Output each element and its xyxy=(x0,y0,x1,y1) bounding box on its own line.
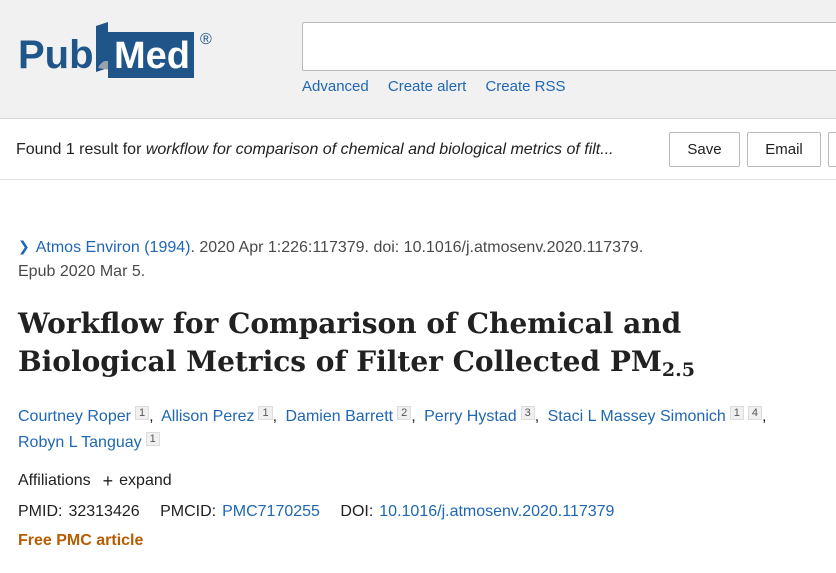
affiliation-number[interactable]: 1 xyxy=(145,432,160,446)
article-title: Workflow for Comparison of Chemical and … xyxy=(18,305,828,389)
author-separator: , xyxy=(272,408,278,425)
author-link[interactable]: Courtney Roper xyxy=(18,408,131,425)
affiliation-number[interactable]: 3 xyxy=(520,406,535,420)
pmid-label: PMID: xyxy=(18,503,63,520)
svg-text:®: ® xyxy=(200,31,212,48)
author-separator: , xyxy=(411,408,416,425)
author-list: Courtney Roper 1, Allison Perez 1, Damien … xyxy=(18,404,818,456)
affiliation-number[interactable]: 1 xyxy=(134,406,150,420)
article-title-subscript: 2.5 xyxy=(661,359,695,381)
plus-icon: + xyxy=(102,471,114,491)
create-rss-link[interactable]: Create RSS xyxy=(485,78,565,95)
expand-affiliations-button[interactable]: + expand xyxy=(103,472,172,490)
affiliation-number[interactable]: 1 xyxy=(729,406,744,420)
pubmed-logo[interactable]: Pub Med ® xyxy=(18,18,218,88)
results-bar: Found 1 result for workflow for comparis… xyxy=(0,120,836,180)
pubmed-logo-graphic: Pub Med ® xyxy=(18,22,212,78)
author-separator: , xyxy=(149,408,154,425)
pmcid-label: PMCID: xyxy=(160,503,217,520)
author-separator: , xyxy=(534,408,540,425)
pmid-value: 32313426 xyxy=(68,503,140,520)
author-link[interactable]: Allison Perez xyxy=(161,408,254,425)
identifiers: PMID: 32313426 PMCID: PMC7170255 DOI: 10.10… xyxy=(18,503,630,521)
pmcid-link[interactable]: PMC7170255 xyxy=(222,503,320,520)
free-pmc-article-label: Free PMC article xyxy=(18,532,144,549)
results-prefix: Found 1 result for xyxy=(16,141,146,158)
search-input[interactable] xyxy=(302,22,836,71)
affiliation-number[interactable]: 2 xyxy=(397,406,412,420)
expand-label: expand xyxy=(119,472,172,489)
citation-details: . 2020 Apr 1:226:117379. doi: 10.1016/j.… xyxy=(190,239,644,256)
affiliations-label: Affiliations xyxy=(18,472,91,489)
svg-text:Pub: Pub xyxy=(18,33,94,77)
citation: ❯ Atmos Environ (1994). 2020 Apr 1:226:11… xyxy=(18,235,818,284)
chevron-right-icon[interactable]: ❯ xyxy=(18,234,30,258)
author-separator: , xyxy=(762,408,767,425)
save-button[interactable]: Save xyxy=(669,132,740,167)
author-link[interactable]: Robyn L Tanguay xyxy=(18,434,142,451)
affiliations-section: Affiliations + expand xyxy=(18,472,172,490)
article-title-main: Workflow for Comparison of Chemical and … xyxy=(18,307,682,378)
create-alert-link[interactable]: Create alert xyxy=(388,78,466,95)
epub-date: Epub 2020 Mar 5. xyxy=(18,263,146,280)
author-link[interactable]: Perry Hystad xyxy=(424,408,516,425)
doi-link[interactable]: 10.1016/j.atmosenv.2020.117379 xyxy=(379,503,614,520)
affiliation-number[interactable]: 1 xyxy=(258,406,273,420)
affiliation-number[interactable]: 4 xyxy=(747,406,763,420)
results-query: workflow for comparison of chemical and … xyxy=(145,141,614,158)
results-summary: Found 1 result for workflow for comparis… xyxy=(16,141,664,159)
more-button[interactable] xyxy=(828,132,836,167)
journal-link[interactable]: Atmos Environ (1994) xyxy=(36,239,191,256)
author-link[interactable]: Staci L Massey Simonich xyxy=(548,408,726,425)
search-links: Advanced Create alert Create RSS xyxy=(302,78,580,95)
doi-label: DOI: xyxy=(340,503,374,520)
header: Pub Med ® Advanced Create alert Create R… xyxy=(0,0,836,119)
svg-text:Med: Med xyxy=(114,35,190,77)
author-link[interactable]: Damien Barrett xyxy=(286,408,394,425)
advanced-search-link[interactable]: Advanced xyxy=(302,78,369,95)
email-button[interactable]: Email xyxy=(747,132,821,167)
